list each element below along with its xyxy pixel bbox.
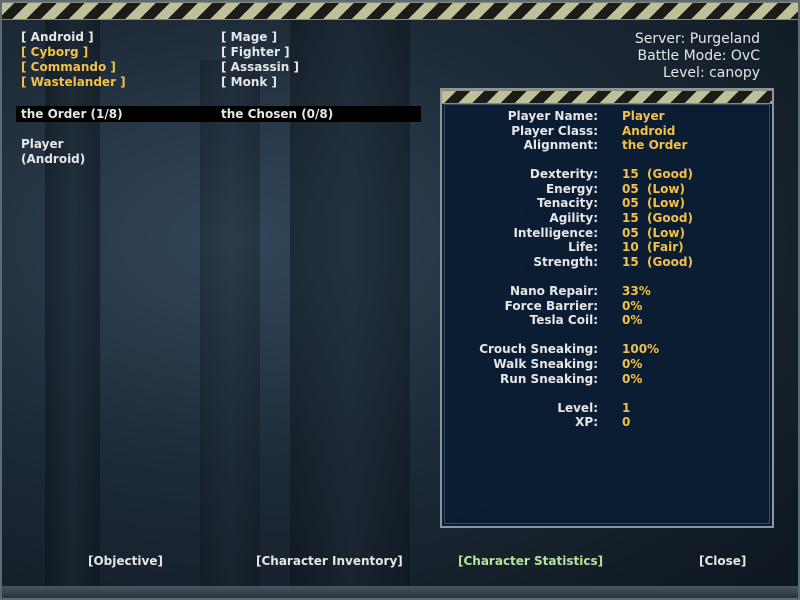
class-cyborg[interactable]: [ Cyborg ] bbox=[21, 45, 126, 60]
stat-label: Walk Sneaking: bbox=[493, 357, 598, 371]
stat-player-name: Player Name: Player bbox=[442, 109, 772, 124]
stat-label: Tesla Coil: bbox=[529, 313, 598, 327]
stat-player-class: Player Class: Android bbox=[442, 124, 772, 139]
stat-force-barrier: Force Barrier: 0% bbox=[442, 299, 772, 314]
class-fighter[interactable]: [ Fighter ] bbox=[221, 45, 299, 60]
class-android[interactable]: [ Android ] bbox=[21, 30, 126, 45]
stat-value: 0% bbox=[622, 313, 643, 327]
stat-run-sneaking: Run Sneaking: 0% bbox=[442, 372, 772, 387]
stat-label: Intelligence: bbox=[513, 226, 598, 240]
stat-label: XP: bbox=[575, 415, 598, 429]
stat-intelligence: Intelligence: 05 (Low) bbox=[442, 226, 772, 241]
stat-label: Alignment: bbox=[523, 138, 598, 152]
stat-label: Player Class: bbox=[511, 124, 598, 138]
stat-nano-repair: Nano Repair: 33% bbox=[442, 284, 772, 299]
stat-value: 05 (Low) bbox=[622, 226, 685, 240]
stat-label: Run Sneaking: bbox=[500, 372, 598, 386]
team-order: the Order (1/8) bbox=[21, 107, 123, 121]
stat-value: 15 (Good) bbox=[622, 211, 693, 225]
stat-value: 05 (Low) bbox=[622, 196, 685, 210]
stat-value: 1 bbox=[622, 401, 631, 415]
level-name: Level: canopy bbox=[662, 65, 760, 81]
stat-value: Android bbox=[622, 124, 676, 138]
stat-walk-sneaking: Walk Sneaking: 0% bbox=[442, 357, 772, 372]
class-list-left: [ Android ] [ Cyborg ] [ Commando ] [ Wa… bbox=[21, 30, 126, 90]
close-button[interactable]: [Close] bbox=[699, 554, 746, 568]
stat-value: 0% bbox=[622, 357, 643, 371]
stat-value: 15 (Good) bbox=[622, 255, 693, 269]
tree-trunk bbox=[200, 60, 260, 600]
stat-label: Player Name: bbox=[507, 109, 598, 123]
stat-value: 10 (Fair) bbox=[622, 240, 684, 254]
battle-mode: Battle Mode: OvC bbox=[637, 48, 760, 64]
stat-value: 15 (Good) bbox=[622, 167, 693, 181]
tree-trunk bbox=[45, 0, 100, 600]
stat-value: 100% bbox=[622, 342, 660, 356]
class-commando[interactable]: [ Commando ] bbox=[21, 60, 126, 75]
character-statistics-button[interactable]: [Character Statistics] bbox=[458, 554, 603, 568]
class-monk[interactable]: [ Monk ] bbox=[221, 75, 299, 90]
player-entry: Player (Android) bbox=[21, 137, 85, 167]
stat-energy: Energy: 05 (Low) bbox=[442, 182, 772, 197]
team-chosen: the Chosen (0/8) bbox=[221, 107, 334, 121]
class-mage[interactable]: [ Mage ] bbox=[221, 30, 299, 45]
stat-label: Agility: bbox=[549, 211, 598, 225]
stat-tenacity: Tenacity: 05 (Low) bbox=[442, 196, 772, 211]
bottom-frame-bar bbox=[0, 586, 800, 600]
character-inventory-button[interactable]: [Character Inventory] bbox=[256, 554, 403, 568]
server-name: Server: Purgeland bbox=[634, 31, 760, 47]
stat-life: Life: 10 (Fair) bbox=[442, 240, 772, 255]
stat-tesla-coil: Tesla Coil: 0% bbox=[442, 313, 772, 328]
team-bar: the Order (1/8) the Chosen (0/8) bbox=[16, 106, 421, 122]
stat-agility: Agility: 15 (Good) bbox=[442, 211, 772, 226]
character-stats-panel: Player Name: Player Player Class: Androi… bbox=[440, 88, 774, 528]
stat-value: 0 bbox=[622, 415, 631, 429]
stat-value: 05 (Low) bbox=[622, 182, 685, 196]
stat-level: Level: 1 bbox=[442, 401, 772, 416]
stat-alignment: Alignment: the Order bbox=[442, 138, 772, 153]
class-list-right: [ Mage ] [ Fighter ] [ Assassin ] [ Monk… bbox=[221, 30, 299, 90]
stat-dexterity: Dexterity: 15 (Good) bbox=[442, 167, 772, 182]
class-assassin[interactable]: [ Assassin ] bbox=[221, 60, 299, 75]
top-hazard-stripe bbox=[0, 2, 800, 20]
stat-value: 33% bbox=[622, 284, 651, 298]
stat-label: Energy: bbox=[545, 182, 598, 196]
stat-value: 0% bbox=[622, 299, 643, 313]
tree-trunk bbox=[290, 0, 410, 600]
stat-crouch-sneaking: Crouch Sneaking: 100% bbox=[442, 342, 772, 357]
objective-button[interactable]: [Objective] bbox=[88, 554, 163, 568]
stat-value: 0% bbox=[622, 372, 643, 386]
player-entry-class: (Android) bbox=[21, 152, 86, 166]
stat-label: Level: bbox=[557, 401, 598, 415]
class-wastelander[interactable]: [ Wastelander ] bbox=[21, 75, 126, 90]
stat-value: Player bbox=[622, 109, 665, 123]
stat-label: Force Barrier: bbox=[504, 299, 598, 313]
stat-label: Dexterity: bbox=[529, 167, 598, 181]
stat-label: Crouch Sneaking: bbox=[479, 342, 598, 356]
stat-xp: XP: 0 bbox=[442, 415, 772, 430]
stat-label: Nano Repair: bbox=[509, 284, 598, 298]
panel-hazard-stripe bbox=[442, 90, 772, 104]
stat-value: the Order bbox=[622, 138, 688, 152]
stat-label: Life: bbox=[568, 240, 598, 254]
server-info: Server: Purgeland Battle Mode: OvC Level… bbox=[635, 31, 760, 82]
stat-label: Tenacity: bbox=[537, 196, 598, 210]
player-entry-name: Player bbox=[21, 137, 64, 151]
stat-strength: Strength: 15 (Good) bbox=[442, 255, 772, 270]
stat-label: Strength: bbox=[533, 255, 598, 269]
